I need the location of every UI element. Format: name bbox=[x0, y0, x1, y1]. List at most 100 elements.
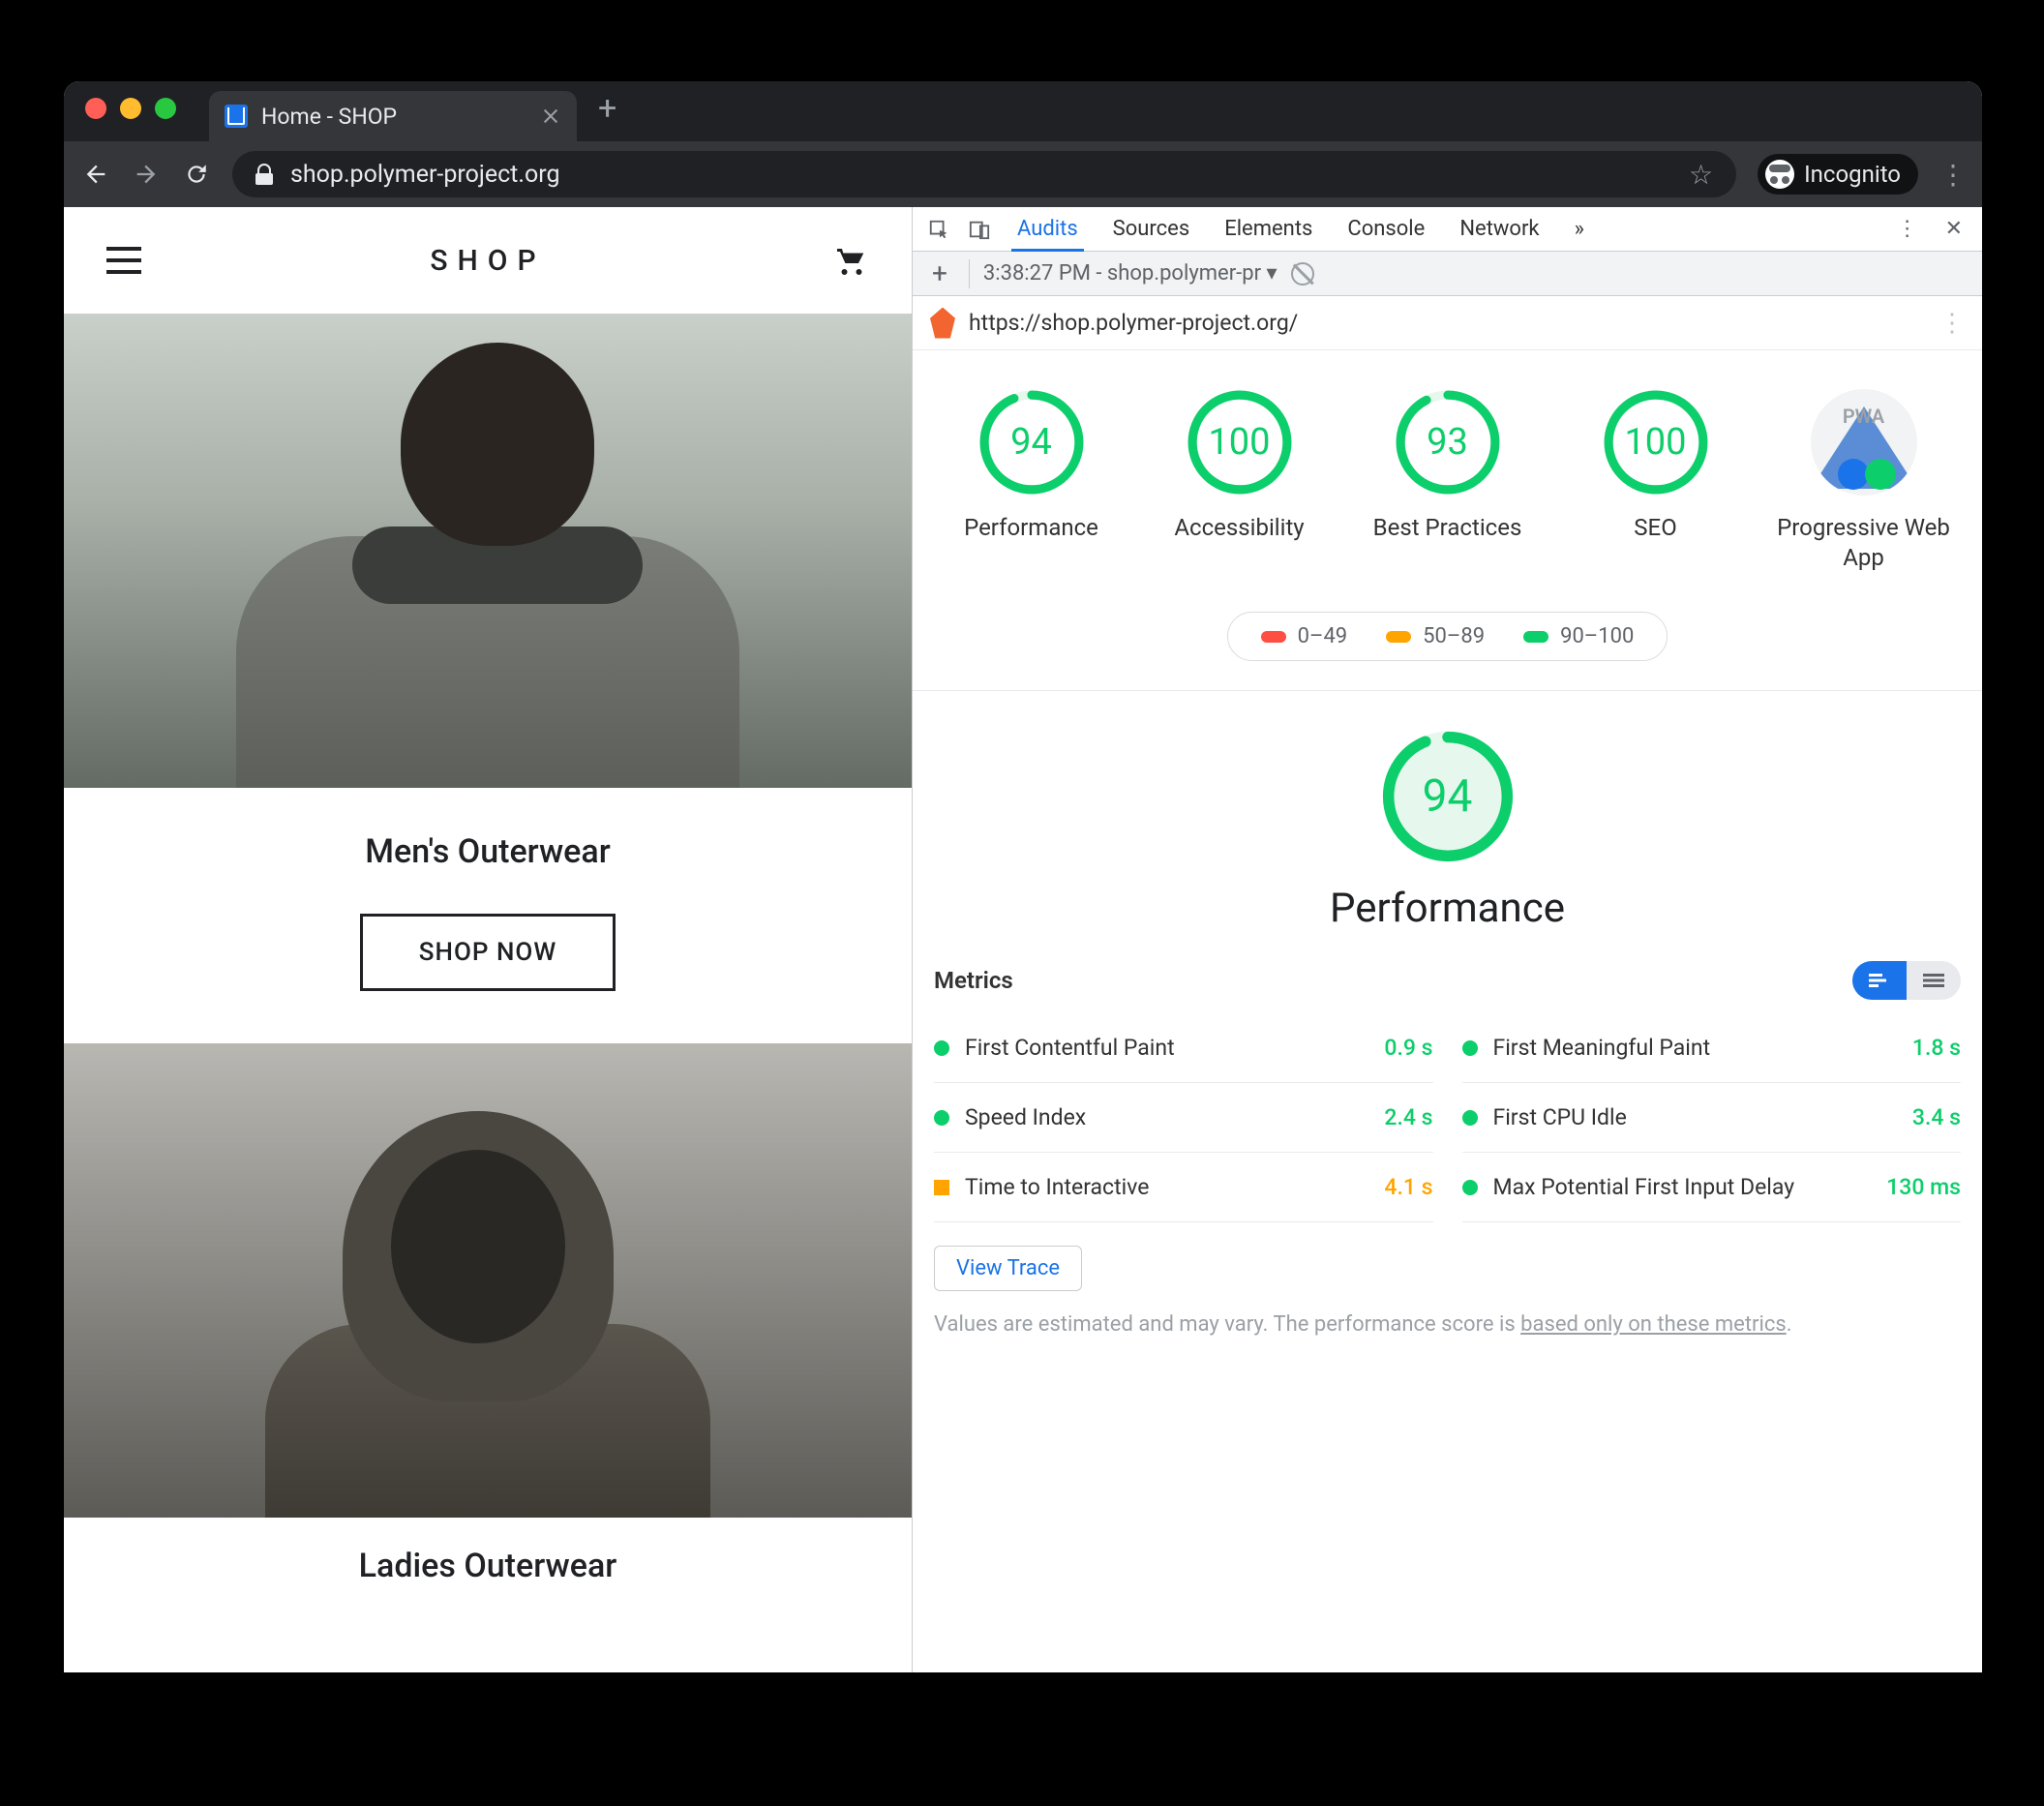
audit-run-selector[interactable]: 3:38:27 PM - shop.polymer-pr ▾ bbox=[983, 261, 1278, 286]
section-mens: Men's Outerwear SHOP NOW bbox=[64, 788, 912, 1043]
audit-url-row: https://shop.polymer-project.org/ ⋮ bbox=[913, 296, 1982, 350]
more-tabs-button[interactable]: » bbox=[1557, 207, 1602, 251]
performance-score: 94 bbox=[1381, 730, 1515, 863]
gauge-accessibility[interactable]: 100 Accessibility bbox=[1140, 389, 1338, 573]
browser-toolbar: shop.polymer-project.org ☆ Incognito ⋮ bbox=[64, 141, 1982, 207]
gauge-seo[interactable]: 100 SEO bbox=[1556, 389, 1755, 573]
gauge-label: Best Practices bbox=[1373, 513, 1522, 543]
incognito-indicator[interactable]: Incognito bbox=[1758, 154, 1918, 195]
metric-cpu-idle[interactable]: First CPU Idle 3.4 s bbox=[1462, 1083, 1962, 1153]
metrics-header: Metrics bbox=[913, 961, 1982, 1013]
gauge-performance[interactable]: 94 Performance bbox=[932, 389, 1130, 573]
performance-section: 94 Performance bbox=[913, 691, 1982, 961]
webpage: SHOP Men's Outerwear SHOP NOW bbox=[64, 207, 912, 1672]
lock-icon bbox=[256, 164, 273, 185]
legend-dot-icon bbox=[1523, 631, 1548, 643]
metric-speed-index[interactable]: Speed Index 2.4 s bbox=[934, 1083, 1433, 1153]
clear-audits-icon[interactable] bbox=[1291, 262, 1314, 286]
view-trace-button[interactable]: View Trace bbox=[934, 1246, 1082, 1291]
devtools-close-button[interactable]: ✕ bbox=[1932, 207, 1976, 251]
cart-icon[interactable] bbox=[834, 243, 869, 278]
tab-console[interactable]: Console bbox=[1330, 207, 1442, 251]
gauge-label: Accessibility bbox=[1174, 513, 1304, 543]
section-ladies: Ladies Outerwear bbox=[64, 1518, 912, 1628]
separator bbox=[969, 259, 970, 288]
hero-image-mens bbox=[64, 314, 912, 788]
inspect-element-icon[interactable] bbox=[918, 207, 959, 251]
gauge-score: 94 bbox=[978, 389, 1085, 496]
incognito-label: Incognito bbox=[1804, 161, 1901, 188]
score-legend: 0–49 50–89 90–100 bbox=[1227, 612, 1668, 661]
view-detailed-icon[interactable] bbox=[1852, 961, 1907, 1000]
tab-strip: Home - SHOP + bbox=[64, 81, 1982, 141]
score-gauges: 94 Performance 100 Accessibility bbox=[913, 350, 1982, 592]
menu-icon[interactable] bbox=[106, 247, 141, 274]
gauge-score: 100 bbox=[1603, 389, 1709, 496]
audit-report: 94 Performance 100 Accessibility bbox=[913, 350, 1982, 1672]
gauge-label: Performance bbox=[964, 513, 1098, 543]
bookmark-star-icon[interactable]: ☆ bbox=[1689, 159, 1713, 191]
section-title: Men's Outerwear bbox=[64, 832, 912, 871]
tab-network[interactable]: Network bbox=[1442, 207, 1556, 251]
device-toolbar-icon[interactable] bbox=[959, 207, 1000, 251]
disclaimer-link[interactable]: based only on these metrics bbox=[1520, 1312, 1787, 1337]
gauge-score: 93 bbox=[1395, 389, 1501, 496]
metrics-view-toggle[interactable] bbox=[1852, 961, 1961, 1000]
forward-button[interactable] bbox=[132, 160, 161, 189]
browser-window: Home - SHOP + shop.polymer-project.org bbox=[64, 81, 1982, 1672]
gauge-score: 100 bbox=[1187, 389, 1293, 496]
browser-menu-button[interactable]: ⋮ bbox=[1939, 159, 1965, 191]
close-tab-icon[interactable] bbox=[542, 107, 559, 125]
favicon-icon bbox=[225, 105, 248, 128]
incognito-icon bbox=[1765, 160, 1794, 189]
performance-title: Performance bbox=[913, 885, 1982, 932]
new-tab-button[interactable]: + bbox=[577, 89, 638, 134]
devtools-tabs: Audits Sources Elements Console Network … bbox=[913, 207, 1982, 252]
metric-fcp[interactable]: First Contentful Paint 0.9 s bbox=[934, 1013, 1433, 1083]
hero-image-ladies bbox=[64, 1043, 912, 1518]
legend-average: 50–89 bbox=[1386, 624, 1485, 648]
legend-fail: 0–49 bbox=[1261, 624, 1348, 648]
gauge-label: SEO bbox=[1634, 513, 1676, 543]
page-header: SHOP bbox=[64, 207, 912, 314]
pwa-badge-icon: PWA bbox=[1811, 389, 1917, 496]
view-compact-icon[interactable] bbox=[1907, 961, 1961, 1000]
audit-url: https://shop.polymer-project.org/ bbox=[969, 310, 1298, 336]
back-button[interactable] bbox=[81, 160, 110, 189]
metric-fid[interactable]: Max Potential First Input Delay 130 ms bbox=[1462, 1153, 1962, 1222]
devtools-menu-button[interactable]: ⋮ bbox=[1883, 207, 1932, 251]
gauge-label: Progressive Web App bbox=[1764, 513, 1963, 573]
gauge-best-practices[interactable]: 93 Best Practices bbox=[1348, 389, 1547, 573]
gauge-pwa[interactable]: PWA Progressive Web App bbox=[1764, 389, 1963, 573]
tab-sources[interactable]: Sources bbox=[1096, 207, 1208, 251]
tab-title: Home - SHOP bbox=[261, 104, 397, 130]
legend-dot-icon bbox=[1261, 631, 1286, 643]
audit-menu-button[interactable]: ⋮ bbox=[1939, 309, 1965, 338]
window-close-button[interactable] bbox=[85, 98, 106, 119]
shop-now-button[interactable]: SHOP NOW bbox=[360, 914, 616, 991]
disclaimer-text: Values are estimated and may vary. The p… bbox=[913, 1309, 1982, 1360]
new-audit-button[interactable]: + bbox=[924, 257, 955, 289]
metric-tti[interactable]: Time to Interactive 4.1 s bbox=[934, 1153, 1433, 1222]
devtools-panel: Audits Sources Elements Console Network … bbox=[912, 207, 1982, 1672]
metric-fmp[interactable]: First Meaningful Paint 1.8 s bbox=[1462, 1013, 1962, 1083]
metrics-heading: Metrics bbox=[934, 967, 1013, 994]
url-text: shop.polymer-project.org bbox=[290, 161, 559, 189]
window-zoom-button[interactable] bbox=[155, 98, 176, 119]
legend-dot-icon bbox=[1386, 631, 1411, 643]
page-title: SHOP bbox=[141, 244, 834, 278]
browser-tab[interactable]: Home - SHOP bbox=[209, 91, 577, 141]
status-dot-icon bbox=[934, 1110, 949, 1126]
address-bar[interactable]: shop.polymer-project.org ☆ bbox=[232, 151, 1736, 197]
reload-button[interactable] bbox=[182, 160, 211, 189]
window-minimize-button[interactable] bbox=[120, 98, 141, 119]
lighthouse-icon bbox=[930, 308, 955, 339]
status-dot-icon bbox=[1462, 1110, 1478, 1126]
content-area: SHOP Men's Outerwear SHOP NOW bbox=[64, 207, 1982, 1672]
audits-toolbar: + 3:38:27 PM - shop.polymer-pr ▾ bbox=[913, 252, 1982, 296]
status-dot-icon bbox=[934, 1040, 949, 1056]
performance-score-ring: 94 bbox=[1381, 730, 1515, 863]
tab-audits[interactable]: Audits bbox=[1000, 207, 1096, 251]
section-title: Ladies Outerwear bbox=[64, 1547, 912, 1585]
tab-elements[interactable]: Elements bbox=[1207, 207, 1330, 251]
